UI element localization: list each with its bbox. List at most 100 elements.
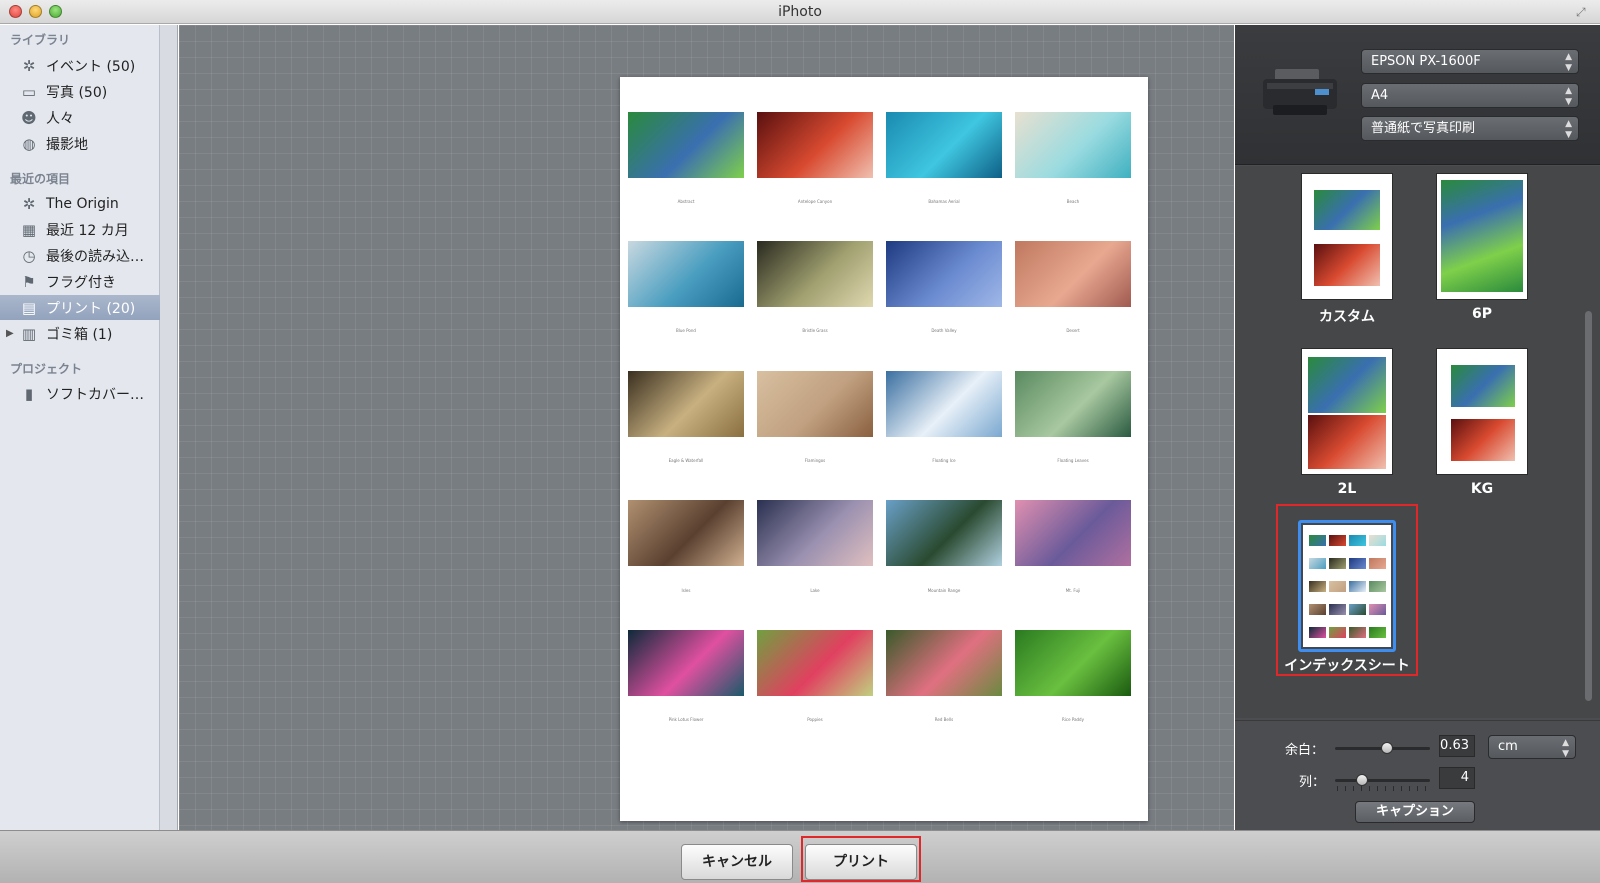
sidebar-item[interactable]: ▶ ▥ ゴミ箱 (1): [0, 321, 160, 346]
photo-caption: Eagle & Waterfall: [668, 458, 704, 463]
sidebar-item[interactable]: ◷ 最後の読み込…: [0, 243, 160, 268]
disclosure-triangle-icon[interactable]: ▶: [6, 328, 14, 339]
sidebar-item[interactable]: ☻ 人々: [0, 105, 160, 130]
index-mini-thumbnail: [1309, 535, 1326, 546]
photo-thumbnail[interactable]: [628, 371, 744, 437]
margin-value-field[interactable]: 0.63: [1439, 735, 1475, 757]
photo-thumbnail[interactable]: [1015, 630, 1131, 696]
print-mode-popup[interactable]: 普通紙で写真印刷 ▲ ▼: [1361, 116, 1579, 141]
columns-value-field[interactable]: 4: [1439, 767, 1475, 789]
photo-thumbnail[interactable]: [628, 241, 744, 307]
bottom-toolbar: キャンセル プリント: [0, 830, 1600, 883]
photo-caption: Poppies: [807, 717, 823, 722]
globe-icon: ◍: [22, 134, 36, 153]
sidebar-item[interactable]: ▭ 写真 (50): [0, 79, 160, 104]
photo-thumbnail[interactable]: [886, 630, 1002, 696]
calendar-icon: ▦: [21, 220, 37, 239]
photo-caption: Mt. Fuji: [1065, 588, 1081, 593]
index-mini-thumbnail: [1349, 627, 1366, 638]
paper-size-popup[interactable]: A4 ▲ ▼: [1361, 83, 1579, 108]
sidebar-item[interactable]: ⚑ フラグ付き: [0, 269, 160, 294]
columns-slider-knob[interactable]: [1355, 774, 1368, 786]
index-mini-thumbnail: [1369, 535, 1386, 546]
sidebar-item-label: The Origin: [46, 195, 119, 212]
photo-thumbnail[interactable]: [628, 630, 744, 696]
photo-thumbnail[interactable]: [886, 112, 1002, 178]
photo-thumbnail[interactable]: [628, 112, 744, 178]
margin-slider-knob[interactable]: [1381, 742, 1394, 754]
sidebar-item[interactable]: ✲ イベント (50): [0, 53, 160, 78]
palm-icon: ✲: [22, 56, 36, 75]
photo-thumbnail[interactable]: [757, 371, 873, 437]
theme-index-sheet-selection[interactable]: [1298, 520, 1396, 652]
photo-thumbnail[interactable]: [1015, 241, 1131, 307]
sidebar-item[interactable]: ✲ The Origin: [0, 191, 160, 216]
index-mini-thumbnail: [1329, 535, 1346, 546]
sidebar-item[interactable]: ◍ 撮影地: [0, 131, 160, 156]
photo-caption: Beach: [1066, 199, 1080, 204]
sidebar-heading: ライブラリ: [10, 33, 71, 47]
photo-thumbnail[interactable]: [886, 371, 1002, 437]
photo-thumbnail[interactable]: [628, 500, 744, 566]
columns-slider[interactable]: [1335, 779, 1430, 782]
index-mini-thumbnail: [1369, 581, 1386, 592]
photo-caption: Pink Lotus Flower: [668, 717, 704, 722]
photo-caption: Bristle Grass: [802, 328, 828, 333]
sidebar-item-label: 人々: [46, 110, 74, 127]
theme-6p-thumbnail[interactable]: [1436, 173, 1528, 300]
photo-thumbnail[interactable]: [757, 500, 873, 566]
fullscreen-icon[interactable]: ⤢: [1576, 5, 1590, 19]
index-mini-thumbnail: [1309, 627, 1326, 638]
sidebar-divider[interactable]: [160, 25, 178, 830]
popup-arrows-icon: ▲ ▼: [1565, 86, 1572, 107]
theme-kg-label: KG: [1470, 481, 1494, 497]
theme-2l-label: 2L: [1337, 481, 1357, 497]
index-mini-thumbnail: [1369, 627, 1386, 638]
printer-popup[interactable]: EPSON PX-1600F ▲ ▼: [1361, 49, 1579, 74]
print-mode-value: 普通紙で写真印刷: [1371, 121, 1476, 136]
photo-thumbnail[interactable]: [1015, 371, 1131, 437]
margin-unit-value: cm: [1498, 739, 1518, 754]
theme-2l-thumbnail[interactable]: [1301, 348, 1393, 475]
print-theme-list: カスタム 6P 2L KG インデックスシート: [1235, 166, 1600, 718]
cancel-button[interactable]: キャンセル: [681, 844, 793, 880]
photo-thumbnail[interactable]: [886, 241, 1002, 307]
sidebar-heading: プロジェクト: [10, 362, 83, 376]
print-settings-panel: EPSON PX-1600F ▲ ▼ A4 ▲ ▼ 普通紙で写真印刷 ▲ ▼ カスタム…: [1235, 25, 1600, 830]
sidebar-item[interactable]: ▦ 最近 12 カ月: [0, 217, 160, 242]
photo-thumbnail[interactable]: [757, 112, 873, 178]
photo-caption: Isles: [681, 588, 691, 593]
photo-caption: Floating Ice: [932, 458, 956, 463]
sidebar-heading: 最近の項目: [10, 172, 71, 186]
slider-tick: [1353, 786, 1354, 791]
photo-thumbnail[interactable]: [1015, 112, 1131, 178]
index-mini-thumbnail: [1309, 604, 1326, 615]
slider-tick: [1361, 786, 1362, 791]
theme-list-scrollbar[interactable]: [1585, 311, 1592, 701]
window-title: iPhoto: [778, 4, 822, 20]
index-mini-thumbnail: [1349, 581, 1366, 592]
sidebar-item[interactable]: ▤ プリント (20): [0, 295, 160, 320]
palm-icon: ✲: [22, 194, 36, 213]
theme-kg-thumbnail[interactable]: [1436, 348, 1528, 475]
index-mini-thumbnail: [1329, 627, 1346, 638]
flag-icon: ⚑: [22, 272, 36, 291]
paper-size-value: A4: [1371, 88, 1389, 103]
caption-button[interactable]: キャプション: [1355, 801, 1475, 823]
photo-thumbnail[interactable]: [1015, 500, 1131, 566]
person-icon: ☻: [21, 108, 37, 127]
sidebar-item[interactable]: ▮ ソフトカバー…: [0, 381, 160, 406]
printer-name: EPSON PX-1600F: [1371, 54, 1481, 69]
index-mini-thumbnail: [1309, 558, 1326, 569]
photo-thumbnail[interactable]: [886, 500, 1002, 566]
slider-tick: [1345, 786, 1346, 791]
slider-tick: [1425, 786, 1426, 791]
photo-thumbnail[interactable]: [757, 241, 873, 307]
photo-caption: Abstract: [677, 199, 695, 204]
margin-unit-popup[interactable]: cm ▲ ▼: [1488, 735, 1576, 759]
theme-custom-thumbnail[interactable]: [1301, 173, 1393, 300]
photo-thumbnail[interactable]: [757, 630, 873, 696]
theme-6p-label: 6P: [1471, 306, 1492, 322]
columns-label: 列：: [1299, 775, 1326, 790]
index-mini-thumbnail: [1329, 581, 1346, 592]
